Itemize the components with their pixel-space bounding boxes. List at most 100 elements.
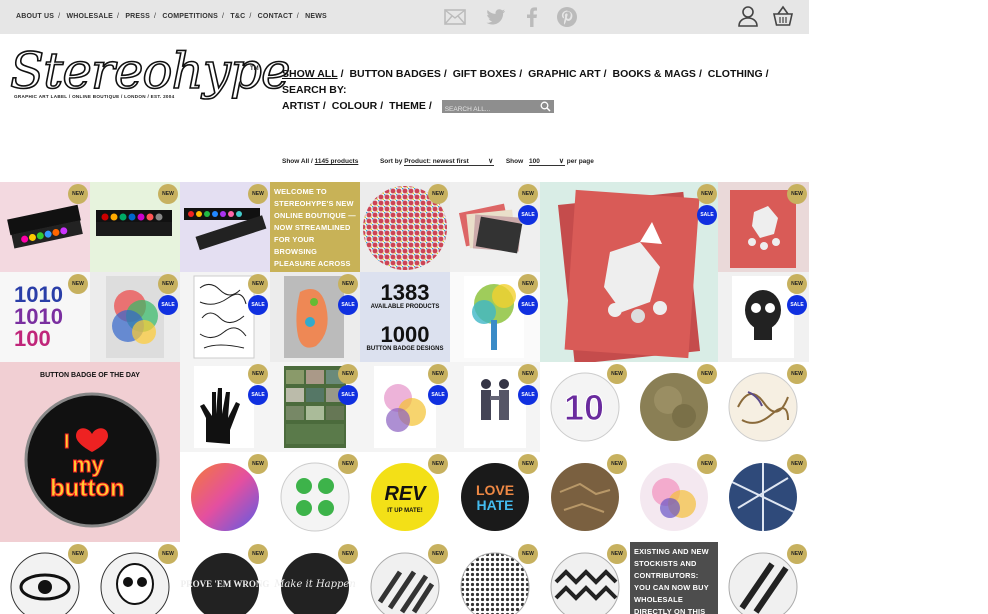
nav-books-mags[interactable]: BOOKS & MAGS <box>613 68 696 80</box>
sort-select[interactable]: Product: newest first ∨ <box>404 158 495 166</box>
top-link-tc[interactable]: T&C <box>230 13 245 20</box>
logo-tagline: GRAPHIC ART LABEL / ONLINE BOUTIQUE / LO… <box>14 94 175 99</box>
svg-text:button: button <box>50 475 125 502</box>
new-badge: NEW <box>158 544 178 564</box>
sale-badge: SALE <box>518 385 538 405</box>
new-badge: NEW <box>607 454 627 474</box>
new-badge: NEW <box>518 274 538 294</box>
new-badge: NEW <box>787 364 807 384</box>
badge-hate-text: HATE <box>476 497 513 513</box>
badge-10-text: 10 <box>564 387 604 428</box>
pinterest-icon[interactable] <box>556 6 578 28</box>
new-badge: NEW <box>787 184 807 204</box>
sale-badge: SALE <box>338 295 358 315</box>
top-bar: ABOUT US / WHOLESALE / PRESS / COMPETITIONS… <box>0 0 809 34</box>
welcome-promo[interactable]: WELCOME TO STEREOHYPE'S NEW ONLINE BOUTI… <box>270 182 360 272</box>
main-nav: SHOW ALL / BUTTON BADGES / GIFT BOXES / GRA… <box>282 66 802 116</box>
mail-icon[interactable] <box>444 6 466 28</box>
sale-badge: SALE <box>518 205 538 225</box>
top-link-wholesale[interactable]: WHOLESALE <box>66 13 113 20</box>
filter-show-all[interactable]: Show All <box>282 158 309 165</box>
new-badge: NEW <box>248 364 268 384</box>
per-page-select[interactable]: 100 ∨ <box>528 158 565 166</box>
show-label: Show <box>505 158 524 165</box>
account-icon[interactable] <box>737 5 759 27</box>
basket-icon[interactable] <box>772 5 794 27</box>
new-badge: NEW <box>428 544 448 564</box>
svg-text:100: 100 <box>14 326 51 351</box>
new-badge: NEW <box>338 544 358 564</box>
stats-designs-label: BUTTON BADGE DESIGNS <box>366 346 444 352</box>
new-badge: NEW <box>518 454 538 474</box>
new-badge: NEW <box>158 184 178 204</box>
new-badge: NEW <box>248 184 268 204</box>
filter-bar: Show All / 1145 products Sort by Product… <box>282 158 594 166</box>
top-links: ABOUT US / WHOLESALE / PRESS / COMPETITIONS… <box>16 13 327 20</box>
badge-rev-subtext: IT UP MATE! <box>387 508 422 514</box>
new-badge: NEW <box>158 274 178 294</box>
new-badge: NEW <box>248 454 268 474</box>
badge-of-day-image: Imybutton <box>24 392 160 528</box>
sale-badge: SALE <box>518 295 538 315</box>
new-badge: NEW <box>428 184 448 204</box>
search-box <box>441 99 554 116</box>
sort-value: Product: newest first <box>404 158 469 165</box>
new-badge: NEW <box>787 454 807 474</box>
nav-clothing[interactable]: CLOTHING <box>708 68 763 80</box>
twitter-icon[interactable] <box>485 6 507 28</box>
sale-badge: SALE <box>428 385 448 405</box>
nav-gift-boxes[interactable]: GIFT BOXES <box>453 68 517 80</box>
new-badge: NEW <box>697 364 717 384</box>
new-badge: NEW <box>518 364 538 384</box>
wholesale-promo[interactable]: EXISTING AND NEW STOCKISTS AND CONTRIBUT… <box>630 542 718 614</box>
search-input[interactable] <box>441 102 538 116</box>
top-link-press[interactable]: PRESS <box>125 13 150 20</box>
new-badge: NEW <box>787 274 807 294</box>
new-badge: NEW <box>607 364 627 384</box>
top-link-competitions[interactable]: COMPETITIONS <box>162 13 218 20</box>
sale-badge: SALE <box>697 205 717 225</box>
new-badge: NEW <box>248 274 268 294</box>
nav-search-by-label: SEARCH BY: <box>282 84 347 96</box>
new-badge: NEW <box>68 544 88 564</box>
new-badge: NEW <box>518 544 538 564</box>
badge-rev-text: REV <box>384 483 427 505</box>
search-icon[interactable] <box>540 101 551 112</box>
logo-wordmark: Stereohype <box>9 42 291 100</box>
new-badge: NEW <box>338 274 358 294</box>
sale-badge: SALE <box>248 295 268 315</box>
nav-button-badges[interactable]: BUTTON BADGES <box>349 68 440 80</box>
welcome-text: WELCOME TO STEREOHYPE'S NEW ONLINE BOUTI… <box>274 187 356 272</box>
product-grid: WELCOME TO STEREOHYPE'S NEW ONLINE BOUTI… <box>0 182 809 614</box>
sale-badge: SALE <box>787 295 807 315</box>
stats-promo: 1383 AVAILABLE PRODUCTS 1000 BUTTON BADG… <box>360 272 450 362</box>
nav-show-all[interactable]: SHOW ALL <box>282 68 338 80</box>
sale-badge: SALE <box>338 385 358 405</box>
wholesale-text: EXISTING AND NEW STOCKISTS AND CONTRIBUT… <box>634 547 709 614</box>
new-badge: NEW <box>338 454 358 474</box>
stats-products-number: 1383 <box>380 280 430 305</box>
top-link-contact[interactable]: CONTACT <box>258 13 293 20</box>
per-page-value: 100 <box>528 158 540 165</box>
featured-book-tile[interactable] <box>540 182 718 362</box>
nav-colour[interactable]: COLOUR <box>332 100 378 112</box>
new-badge: NEW <box>428 364 448 384</box>
badge-of-the-day[interactable]: BUTTON BADGE OF THE DAY Imy button <box>0 362 180 542</box>
new-badge: NEW <box>787 544 807 564</box>
svg-text:my: my <box>72 452 105 477</box>
stereohype-logo[interactable]: Stereohype TM GRAPHIC ART LABEL / ONLINE… <box>9 43 291 110</box>
top-link-news[interactable]: NEWS <box>305 13 327 20</box>
sale-badge: SALE <box>158 295 178 315</box>
nav-graphic-art[interactable]: GRAPHIC ART <box>528 68 601 80</box>
chevron-down-icon: ∨ <box>488 158 494 165</box>
new-badge: NEW <box>248 544 268 564</box>
product-count[interactable]: 1145 products <box>315 158 359 165</box>
new-badge: NEW <box>697 454 717 474</box>
top-link-about[interactable]: ABOUT US <box>16 13 54 20</box>
nav-theme[interactable]: THEME <box>389 100 426 112</box>
facebook-icon[interactable] <box>521 6 543 28</box>
per-page-label: per page <box>566 158 594 165</box>
new-badge: NEW <box>697 184 717 204</box>
stats-designs-number: 1000 <box>380 322 430 347</box>
nav-artist[interactable]: ARTIST <box>282 100 320 112</box>
